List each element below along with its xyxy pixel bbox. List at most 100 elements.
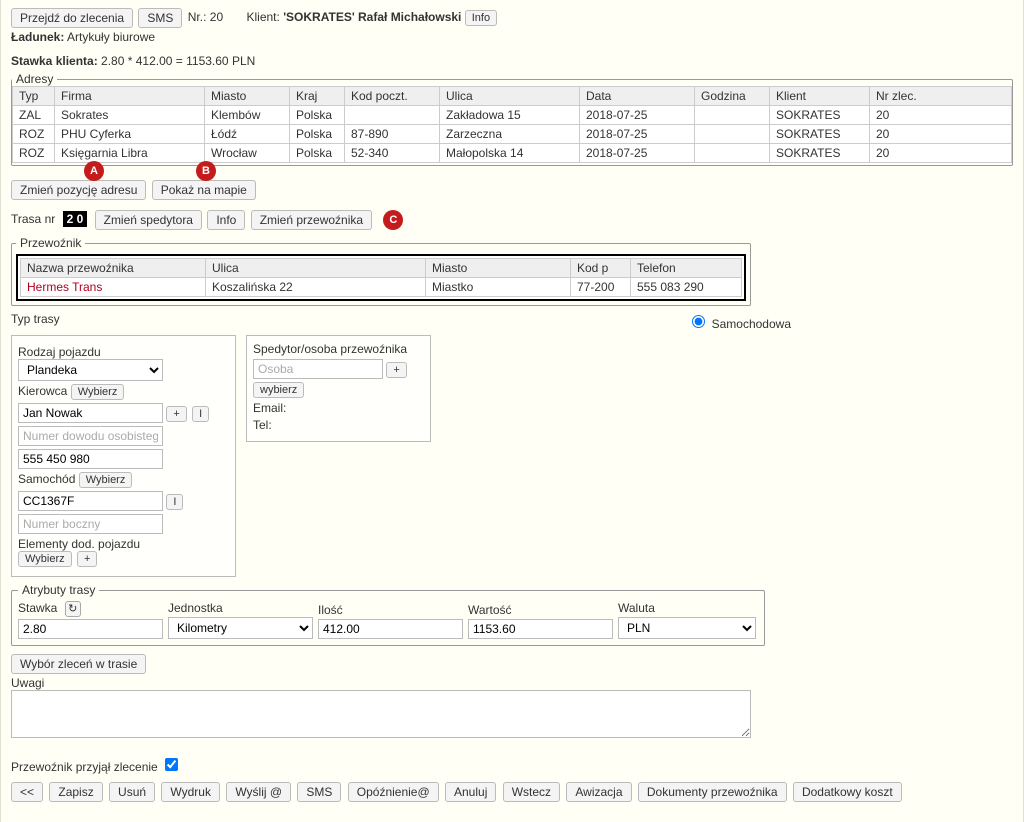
sms-button[interactable]: SMS: [138, 8, 182, 28]
goto-order-button[interactable]: Przejdź do zlecenia: [11, 8, 133, 28]
car-reg-input[interactable]: [18, 491, 163, 511]
dispatcher-box: Spedytor/osoba przewoźnika + wybierz Ema…: [246, 335, 431, 442]
vehicle-kind-select[interactable]: Plandeka: [18, 359, 163, 381]
table-cell: 20: [870, 144, 1012, 163]
vehicle-kind-label: Rodzaj pojazdu: [18, 345, 229, 359]
attr-currency-label: Waluta: [618, 601, 758, 615]
addr-th-firma: Firma: [55, 87, 205, 106]
table-cell: Księgarnia Libra: [55, 144, 205, 163]
footer-sms-button[interactable]: SMS: [297, 782, 341, 802]
addr-th-nrzlec: Nr zlec.: [870, 87, 1012, 106]
carrier-zip-cell: 77-200: [571, 278, 631, 297]
carrier-docs-button[interactable]: Dokumenty przewoźnika: [638, 782, 787, 802]
change-carrier-button[interactable]: Zmień przewoźnika: [251, 210, 372, 230]
table-cell: [345, 106, 440, 125]
client-name: 'SOKRATES' Rafał Michałowski: [283, 10, 461, 24]
driver-id-input[interactable]: [18, 426, 163, 446]
car-info-button[interactable]: I: [166, 494, 183, 510]
dispatcher-person-input[interactable]: [253, 359, 383, 379]
carrier-fieldset: Przewoźnik Nazwa przewoźnika Ulica Miast…: [11, 236, 751, 306]
table-cell: SOKRATES: [770, 144, 870, 163]
route-type-label: Typ trasy: [11, 312, 60, 331]
badge-a-icon: A: [84, 161, 104, 181]
attr-qty-label: Ilość: [318, 603, 468, 617]
delete-button[interactable]: Usuń: [109, 782, 155, 802]
extra-cost-button[interactable]: Dodatkowy koszt: [793, 782, 902, 802]
table-cell: 2018-07-25: [580, 144, 695, 163]
table-cell: Polska: [290, 125, 345, 144]
extra-choose-button[interactable]: Wybierz: [18, 551, 72, 567]
carrier-th-city: Miasto: [426, 259, 571, 278]
carrier-city-cell: Miastko: [426, 278, 571, 297]
carrier-row[interactable]: Hermes Trans Koszalińska 22 Miastko 77-2…: [21, 278, 742, 297]
attr-unit-label: Jednostka: [168, 601, 318, 615]
save-button[interactable]: Zapisz: [49, 782, 102, 802]
change-address-position-button[interactable]: Zmień pozycję adresu: [11, 180, 146, 200]
carrier-street-cell: Koszalińska 22: [206, 278, 426, 297]
order-nr-label: Nr.:: [188, 10, 207, 24]
topbar: Przejdź do zlecenia SMS Nr.: 20 Klient: …: [11, 8, 1013, 28]
driver-name-input[interactable]: [18, 403, 163, 423]
carrier-name-cell[interactable]: Hermes Trans: [21, 278, 206, 297]
send-button[interactable]: Wyślij @: [226, 782, 291, 802]
route-info-button[interactable]: Info: [207, 210, 245, 230]
table-cell: PHU Cyferka: [55, 125, 205, 144]
order-nr-value: 20: [210, 10, 223, 24]
delay-button[interactable]: Opóźnienie@: [348, 782, 439, 802]
addr-th-kod: Kod poczt.: [345, 87, 440, 106]
rate-refresh-icon[interactable]: ↻: [65, 601, 81, 617]
remarks-label: Uwagi: [11, 676, 1013, 690]
table-row[interactable]: ROZKsięgarnia LibraWrocławPolska52-340Ma…: [13, 144, 1012, 163]
table-row[interactable]: ZALSokratesKlembówPolskaZakładowa 152018…: [13, 106, 1012, 125]
dispatcher-add-button[interactable]: +: [386, 362, 406, 378]
table-cell: Sokrates: [55, 106, 205, 125]
extra-add-button[interactable]: +: [77, 551, 97, 567]
driver-phone-input[interactable]: [18, 449, 163, 469]
table-cell: 2018-07-25: [580, 106, 695, 125]
print-button[interactable]: Wydruk: [161, 782, 220, 802]
client-label: Klient:: [246, 10, 279, 24]
route-attrs-legend: Atrybuty trasy: [18, 583, 99, 597]
attr-qty-input[interactable]: [318, 619, 463, 639]
dispatcher-choose-button[interactable]: wybierz: [253, 382, 304, 398]
aviz-button[interactable]: Awizacja: [566, 782, 631, 802]
route-type-car-radio[interactable]: Samochodowa: [687, 312, 791, 331]
addresses-table: Typ Firma Miasto Kraj Kod poczt. Ulica D…: [12, 86, 1012, 163]
cancel-button[interactable]: Anuluj: [445, 782, 496, 802]
table-cell: Polska: [290, 144, 345, 163]
badge-c-icon: C: [383, 210, 403, 230]
table-cell: ROZ: [13, 144, 55, 163]
prev-button[interactable]: Wstecz: [503, 782, 560, 802]
driver-add-button[interactable]: +: [166, 406, 186, 422]
addr-th-kraj: Kraj: [290, 87, 345, 106]
route-number: 2 0: [63, 211, 88, 227]
route-type-car-input[interactable]: [692, 315, 705, 328]
attr-currency-select[interactable]: PLN: [618, 617, 756, 639]
table-cell: 2018-07-25: [580, 125, 695, 144]
table-row[interactable]: ROZPHU CyferkaŁódźPolska87-890Zarzeczna2…: [13, 125, 1012, 144]
carrier-phone-cell: 555 083 290: [631, 278, 742, 297]
car-side-input[interactable]: [18, 514, 163, 534]
show-on-map-button[interactable]: Pokaż na mapie: [152, 180, 256, 200]
change-dispatcher-button[interactable]: Zmień spedytora: [95, 210, 202, 230]
car-choose-button[interactable]: Wybierz: [79, 472, 133, 488]
remarks-textarea[interactable]: [11, 690, 751, 738]
route-type-car-text: Samochodowa: [712, 317, 791, 331]
table-cell: Wrocław: [205, 144, 290, 163]
attr-unit-select[interactable]: Kilometry: [168, 617, 313, 639]
driver-label: Kierowca: [18, 384, 67, 398]
table-cell: [695, 106, 770, 125]
dispatcher-tel-label: Tel:: [253, 418, 424, 432]
attr-value-input[interactable]: [468, 619, 613, 639]
orders-in-route-button[interactable]: Wybór zleceń w trasie: [11, 654, 146, 674]
cargo-label: Ładunek:: [11, 30, 64, 44]
table-cell: [695, 125, 770, 144]
client-info-button[interactable]: Info: [465, 10, 497, 26]
carrier-accepted-text: Przewoźnik przyjął zlecenie: [11, 760, 158, 774]
back-button[interactable]: <<: [11, 782, 43, 802]
driver-choose-button[interactable]: Wybierz: [71, 384, 125, 400]
attr-rate-input[interactable]: [18, 619, 163, 639]
carrier-accepted-checkbox[interactable]: [165, 758, 178, 771]
driver-info-button[interactable]: I: [192, 406, 209, 422]
carrier-accepted-label[interactable]: Przewoźnik przyjął zlecenie: [11, 760, 181, 774]
